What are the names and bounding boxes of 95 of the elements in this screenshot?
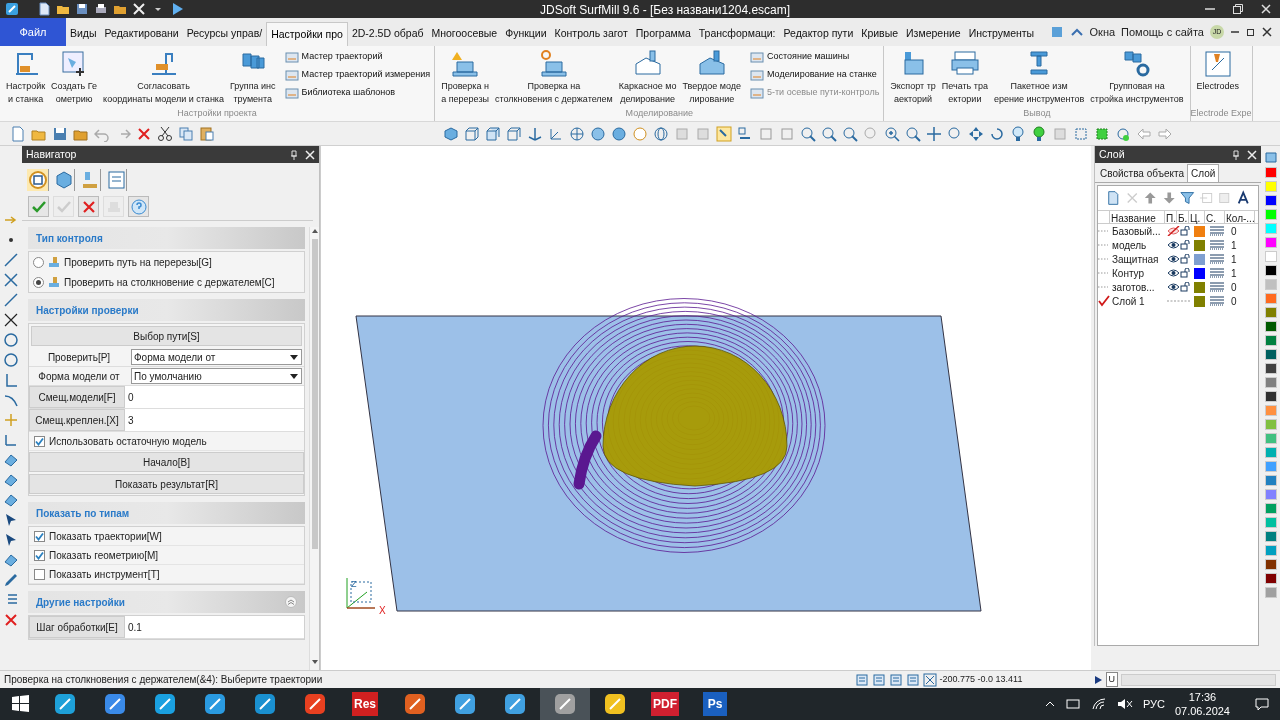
ribbon-small-button[interactable]: Мастер траекторий измерения — [283, 66, 431, 83]
clock-date[interactable]: 07.06.2024 — [1174, 704, 1230, 718]
object-count: 0 — [1230, 280, 1238, 295]
ribbon-button[interactable]: Твердое моде лирование — [680, 48, 743, 106]
layer-name[interactable]: модель — [1112, 237, 1167, 253]
column-header[interactable]: Ц. — [1189, 211, 1205, 223]
3d-viewport[interactable]: Z X — [320, 146, 1091, 670]
ribbon-button[interactable]: Настройк и станка — [4, 48, 48, 106]
menu-tab[interactable]: Функции — [501, 22, 551, 46]
text-input[interactable]: 0 — [125, 386, 304, 408]
axis-label: X — [379, 605, 386, 616]
menu-tab[interactable]: 2D-2.5D обраб — [347, 22, 428, 46]
object-count: 0 — [1230, 224, 1238, 239]
app-taskbar-button[interactable]: PDF — [651, 692, 679, 716]
section-header[interactable]: Показать по типам — [28, 502, 305, 524]
ribbon-group-label: Моделирование — [625, 107, 693, 120]
file-menu-button[interactable]: Файл — [0, 18, 66, 46]
menu-tab[interactable]: Настройки про — [266, 22, 348, 46]
unit-mode-indicator[interactable]: U — [1105, 671, 1118, 688]
menu-tab[interactable]: Программа — [631, 22, 695, 46]
section-header[interactable]: Настройки проверки — [28, 299, 305, 321]
ribbon-button[interactable]: Electrodes — [1194, 48, 1242, 93]
ribbon-small-button[interactable]: Моделирование на станке — [749, 66, 880, 83]
ribbon-button[interactable]: Согласовать координаты модели и станка — [101, 48, 226, 106]
ribbon-button[interactable]: Печать тра ектории — [939, 48, 990, 106]
ribbon-button[interactable]: Экспорт тр аекторий — [888, 48, 938, 106]
layer-name[interactable]: Защитная — [1112, 251, 1167, 267]
ribbon-small-button[interactable]: Состояние машины — [749, 48, 880, 65]
menu-tab[interactable]: Трансформаци: — [694, 22, 780, 46]
section-header[interactable]: Тип контроля — [28, 227, 305, 249]
menu-tab[interactable]: Контроль загот — [550, 22, 632, 46]
menu-tab[interactable]: Виды — [66, 22, 101, 46]
ribbon-button[interactable]: Каркасное мо делирование — [616, 48, 679, 106]
status-message: Проверка на столкновения с держателем(&4): Выберите траектории — [4, 673, 323, 687]
field-label-button[interactable]: Смещ.креплен.[X] — [29, 409, 125, 431]
field-label: Проверить[P] — [46, 350, 112, 365]
checkbox-label: Показать геометрию[M] — [49, 548, 159, 563]
layer-name[interactable]: Слой 1 — [1112, 293, 1167, 309]
layer-name[interactable]: заготов... — [1112, 279, 1167, 295]
panel-title: Слой — [1099, 146, 1125, 162]
action-button[interactable]: Показать результат[R] — [29, 474, 304, 494]
ribbon-button[interactable]: Создать Ге ометрию — [49, 48, 100, 106]
window-title: JDSoft SurfMill 9.6 - [Без названи1204.escam] — [540, 2, 791, 19]
object-count: 0 — [1230, 294, 1238, 309]
panel-tab[interactable]: Слой — [1187, 164, 1220, 182]
field-label: Форма модели от — [37, 369, 121, 384]
layer-name[interactable]: Контур — [1112, 265, 1167, 281]
panel-title: Навигатор — [26, 146, 77, 162]
help-menu[interactable]: Помощь с сайта — [1121, 23, 1204, 41]
menu-tab[interactable]: Редактор пути — [779, 22, 858, 46]
menu-tab[interactable]: Многоосевые — [427, 22, 502, 46]
ribbon-group-label: Electrode Expe — [1190, 107, 1252, 120]
menu-tab[interactable]: Измерение — [902, 22, 965, 46]
app-taskbar-button[interactable]: Res — [352, 692, 378, 716]
panel-tab[interactable]: Свойства объекта — [1097, 164, 1187, 182]
section-header[interactable]: Другие настройки — [28, 591, 305, 613]
column-header[interactable]: П. — [1165, 211, 1177, 223]
ribbon-button[interactable]: Группа инс трумента — [228, 48, 278, 106]
menu-tab[interactable]: Редактировани — [100, 22, 183, 46]
ribbon-button[interactable]: Проверка на столкновения с держателем — [493, 48, 615, 106]
radio-label: Проверить на столкновение с держателем[C] — [64, 275, 275, 290]
ribbon-button[interactable]: Пакетное изм ерение инструментов — [991, 48, 1087, 106]
clock-time[interactable]: 17:36 — [1188, 690, 1217, 704]
field-label-button[interactable]: Смещ.модели[F] — [29, 386, 125, 408]
axis-label: Z — [351, 579, 357, 589]
text-input[interactable]: 3 — [125, 409, 304, 431]
layer-name[interactable]: Базовый... — [1112, 223, 1167, 239]
object-count: 1 — [1230, 238, 1238, 253]
radio-label: Проверить путь на перерезы[G] — [64, 255, 212, 270]
object-count: 1 — [1230, 266, 1238, 281]
column-header[interactable]: Б. — [1177, 211, 1189, 223]
ribbon-group-label: Настройки проекта — [177, 107, 257, 120]
menu-tab[interactable]: Кривые — [857, 22, 903, 46]
object-count: 1 — [1230, 252, 1238, 267]
dropdown[interactable]: По умолчанию — [131, 368, 302, 384]
menu-tab[interactable]: Инструменты — [964, 22, 1039, 46]
column-header[interactable]: С. — [1205, 211, 1225, 223]
windows-menu[interactable]: Окна — [1089, 23, 1116, 41]
dropdown[interactable]: Форма модели от — [131, 349, 302, 365]
checkbox-label: Использовать остаточную модель — [49, 434, 207, 449]
action-button[interactable]: Начало[B] — [29, 452, 304, 472]
ribbon-small-button[interactable]: Библиотека шаблонов — [283, 84, 431, 101]
app-taskbar-button[interactable]: Ps — [703, 692, 727, 716]
menu-tab[interactable]: Ресурсы управ/ — [182, 22, 267, 46]
column-header[interactable]: Кол-... — [1225, 211, 1255, 223]
checkbox-label: Показать траектории[W] — [49, 529, 162, 544]
ribbon-small-button[interactable]: Мастер траекторий — [283, 48, 431, 65]
select-path-button[interactable]: Выбор пути[S] — [31, 326, 302, 346]
ribbon-button[interactable]: Проверка н а перерезы — [439, 48, 491, 106]
input-language[interactable]: РУС — [1142, 695, 1165, 713]
coordinates-readout: -200.775 -0.0 13.411 — [939, 672, 1024, 686]
ribbon-group-label: Вывод — [1023, 107, 1051, 120]
column-header[interactable]: Название — [1110, 211, 1165, 223]
ribbon-button[interactable]: Групповая на стройка инструментов — [1088, 48, 1186, 106]
checkbox-label: Показать инструмент[T] — [49, 567, 160, 582]
